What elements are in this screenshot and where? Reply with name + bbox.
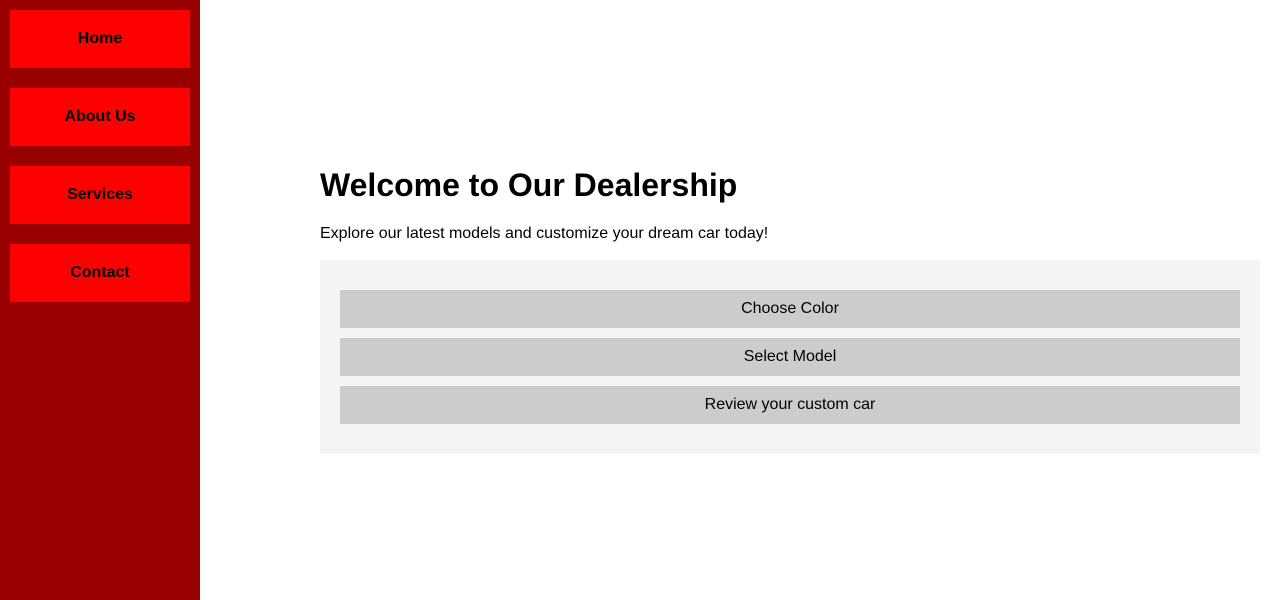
customization-panel: Choose Color Select Model Review your cu… [320,260,1260,454]
choose-color-button[interactable]: Choose Color [340,290,1240,328]
sidebar-item-contact[interactable]: Contact [10,244,190,302]
sidebar: Home About Us Services Contact [0,0,200,600]
sidebar-item-services[interactable]: Services [10,166,190,224]
page-title: Welcome to Our Dealership [320,167,738,203]
main-content: Welcome to Our Dealership Explore our la… [320,0,1260,600]
review-custom-car-button[interactable]: Review your custom car [340,386,1240,424]
sidebar-item-home[interactable]: Home [10,10,190,68]
sidebar-item-about-us[interactable]: About Us [10,88,190,146]
intro-text: Explore our latest models and customize … [320,225,769,242]
select-model-button[interactable]: Select Model [340,338,1240,376]
